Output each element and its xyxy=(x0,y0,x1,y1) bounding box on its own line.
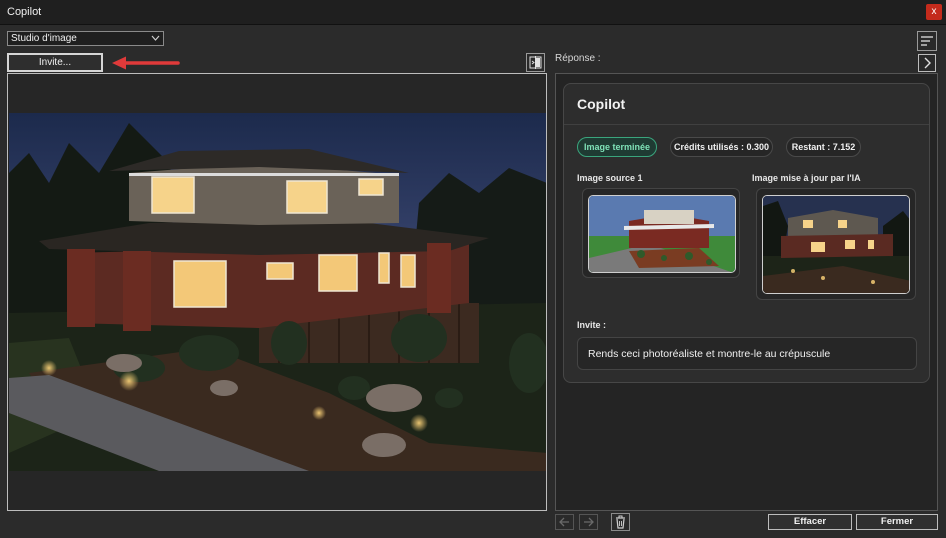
source-image-frame xyxy=(582,188,740,278)
red-arrow-icon xyxy=(112,56,180,70)
menu-icon xyxy=(921,36,933,46)
options-menu-button[interactable] xyxy=(917,31,937,51)
compare-icon xyxy=(529,56,542,69)
previous-button[interactable] xyxy=(555,514,574,530)
next-button[interactable] xyxy=(579,514,598,530)
close-window-button[interactable]: x xyxy=(926,4,942,20)
updated-image-label: Image mise à jour par l'IA xyxy=(752,173,861,183)
delete-button[interactable] xyxy=(611,513,630,531)
updated-image-frame xyxy=(756,188,916,300)
copilot-response-card: Copilot Image terminée Crédits utilisés … xyxy=(563,83,930,383)
trash-icon xyxy=(616,515,625,529)
prompt-display: Rends ceci photoréaliste et montre-le au… xyxy=(577,337,917,370)
mode-select-value: Studio d'image xyxy=(11,33,77,44)
chevron-down-icon xyxy=(151,35,160,41)
updated-image-thumbnail[interactable] xyxy=(762,195,910,294)
compare-button[interactable] xyxy=(526,53,545,72)
credits-used-badge: Crédits utilisés : 0.300 xyxy=(670,137,773,157)
arrow-left-icon xyxy=(559,517,569,527)
updated-image-picture xyxy=(763,196,909,293)
response-label: Réponse : xyxy=(555,53,601,64)
chevron-right-icon xyxy=(924,57,931,69)
image-canvas[interactable] xyxy=(7,73,547,511)
prompt-label: Invite : xyxy=(577,320,607,330)
arrow-right-icon xyxy=(584,517,594,527)
status-badge: Image terminée xyxy=(577,137,657,157)
invite-button[interactable]: Invite... xyxy=(7,53,103,72)
source-image-picture xyxy=(589,196,735,272)
rendered-house-image xyxy=(9,113,546,471)
collapse-panel-button[interactable] xyxy=(918,54,936,72)
window-title: Copilot xyxy=(7,6,42,18)
credits-remaining-badge: Restant : 7.152 xyxy=(786,137,861,157)
source-image-label: Image source 1 xyxy=(577,173,643,183)
prompt-text: Rends ceci photoréaliste et montre-le au… xyxy=(588,348,831,360)
source-image-thumbnail[interactable] xyxy=(588,195,736,273)
card-title: Copilot xyxy=(577,96,626,112)
close-button[interactable]: Fermer xyxy=(856,514,938,530)
title-bar: Copilot x xyxy=(0,0,946,25)
mode-select[interactable]: Studio d'image xyxy=(7,31,164,46)
clear-button[interactable]: Effacer xyxy=(768,514,852,530)
card-divider xyxy=(564,124,929,125)
